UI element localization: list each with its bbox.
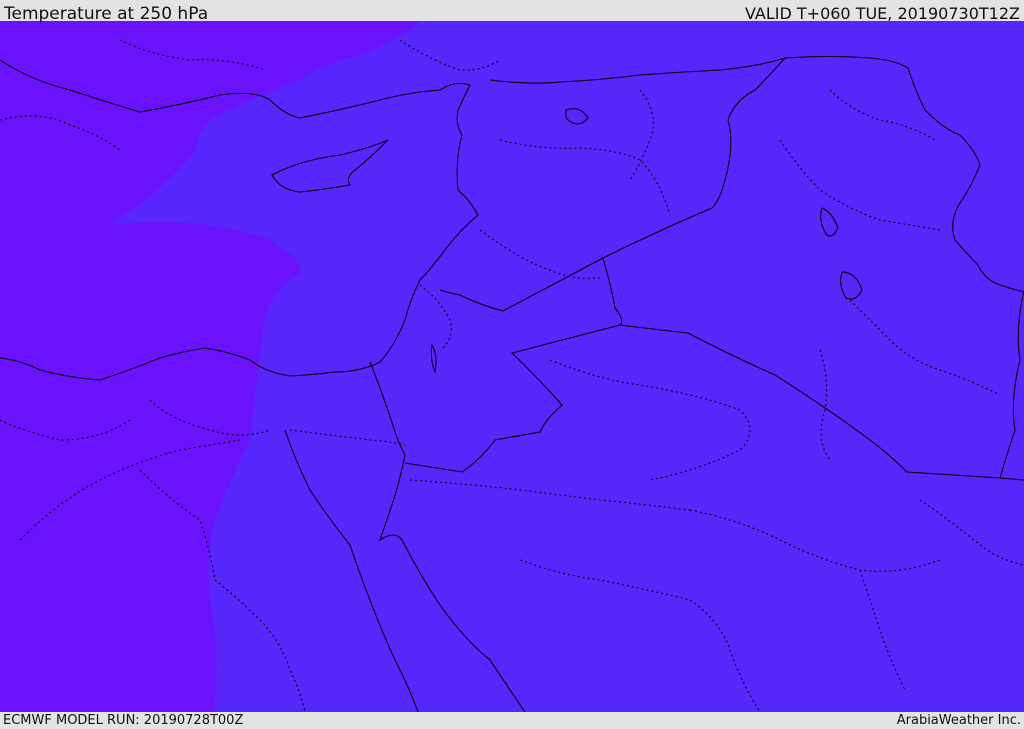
footer-bar: ECMWF MODEL RUN: 20190728T00Z ArabiaWeat… xyxy=(0,712,1024,729)
map-title: Temperature at 250 hPa xyxy=(4,4,209,24)
credit-label: ArabiaWeather Inc. xyxy=(896,713,1021,728)
valid-time: VALID T+060 TUE, 20190730T12Z xyxy=(744,4,1020,23)
weather-map xyxy=(0,21,1024,712)
header-bar: Temperature at 250 hPa VALID T+060 TUE, … xyxy=(0,0,1024,24)
model-run-label: ECMWF MODEL RUN: 20190728T00Z xyxy=(3,713,244,728)
map-canvas xyxy=(0,21,1024,712)
